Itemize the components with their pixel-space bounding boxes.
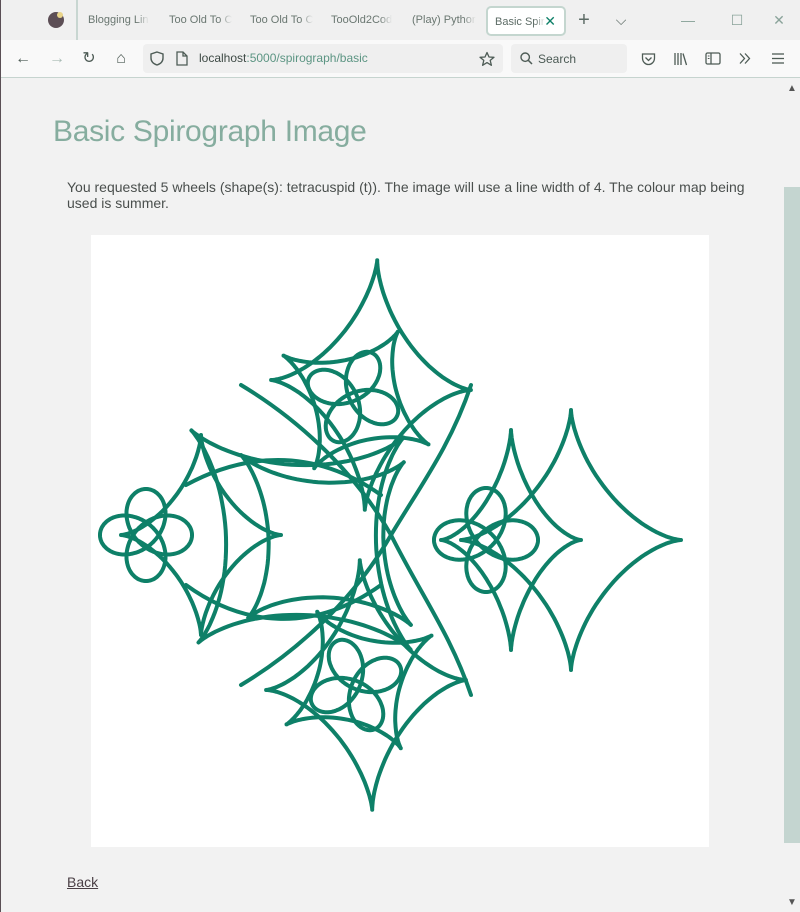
home-icon[interactable]: ⌂	[109, 47, 133, 71]
spiro-astroid-right	[459, 408, 683, 672]
shield-icon[interactable]	[150, 51, 164, 66]
tab-label: Blogging Lin	[88, 14, 149, 26]
search-input[interactable]: Search	[511, 44, 627, 73]
tab-label: TooOld2Cod	[331, 14, 393, 26]
tab-basic-spirograph[interactable]: Basic Spiro ✕	[486, 6, 566, 36]
menu-hamburger-icon[interactable]	[771, 52, 785, 65]
browser-window: Blogging Lin Too Old To C Too Old To C T…	[0, 0, 800, 912]
list-all-tabs-chevron-down-icon[interactable]: ⌵	[609, 8, 633, 32]
tab-too-old-to-code-1[interactable]: Too Old To C	[158, 6, 238, 36]
new-tab-button[interactable]: +	[572, 8, 596, 32]
library-icon[interactable]	[673, 52, 688, 66]
vertical-scrollbar[interactable]: ▲ ▼	[784, 79, 800, 912]
page-content: Basic Spirograph Image You requested 5 w…	[1, 79, 784, 912]
close-tab-icon[interactable]: ✕	[544, 8, 556, 34]
tab-tooold2code[interactable]: TooOld2Cod	[320, 6, 400, 36]
tab-too-old-to-code-2[interactable]: Too Old To C	[239, 6, 319, 36]
page-title: Basic Spirograph Image	[53, 115, 367, 148]
spiro-loops-left	[98, 487, 194, 583]
search-icon	[520, 52, 533, 65]
scroll-up-arrow-icon[interactable]: ▲	[787, 83, 797, 94]
spirograph-drawing	[98, 258, 683, 812]
pocket-icon[interactable]	[641, 52, 656, 66]
scroll-down-arrow-icon[interactable]: ▼	[787, 897, 797, 908]
url-path: :5000/spirograph/basic	[246, 51, 368, 65]
close-window-button[interactable]: ✕	[764, 8, 794, 32]
url-bar[interactable]: localhost:5000/spirograph/basic	[143, 44, 503, 73]
tab-play-python[interactable]: (Play) Pythor	[401, 6, 483, 36]
minimize-button[interactable]: —	[673, 8, 703, 32]
reload-icon[interactable]: ↻	[77, 47, 101, 71]
spiro-loops-top	[305, 349, 401, 445]
request-description: You requested 5 wheels (shape(s): tetrac…	[67, 179, 745, 211]
page-icon[interactable]	[176, 51, 188, 66]
tab-strip: Blogging Lin Too Old To C Too Old To C T…	[1, 0, 800, 40]
tab-label: Too Old To C	[250, 14, 314, 26]
tab-label: (Play) Pythor	[412, 14, 476, 26]
url-text[interactable]: localhost:5000/spirograph/basic	[199, 51, 368, 65]
spirograph-image	[91, 235, 709, 847]
firefox-logo-icon[interactable]	[48, 12, 64, 28]
scrollbar-thumb[interactable]	[784, 187, 800, 843]
search-placeholder: Search	[538, 52, 577, 66]
back-arrow-icon[interactable]: ←	[11, 47, 35, 71]
back-link[interactable]: Back	[67, 874, 98, 890]
tab-label: Too Old To C	[169, 14, 233, 26]
bookmark-star-icon[interactable]	[479, 51, 495, 67]
overflow-chevrons-icon[interactable]	[738, 52, 752, 65]
navigation-toolbar: ← → ↻ ⌂ localhost:5000/spirograph/basic …	[1, 40, 800, 78]
tab-label: Basic Spiro	[495, 16, 545, 28]
url-host: localhost	[199, 51, 247, 65]
tab-blogging-links[interactable]: Blogging Lin	[77, 6, 157, 36]
maximize-button[interactable]: ☐	[722, 8, 752, 32]
forward-arrow-icon[interactable]: →	[45, 47, 69, 71]
sidebar-icon[interactable]	[705, 52, 721, 65]
spiro-astroid-top	[269, 258, 473, 512]
